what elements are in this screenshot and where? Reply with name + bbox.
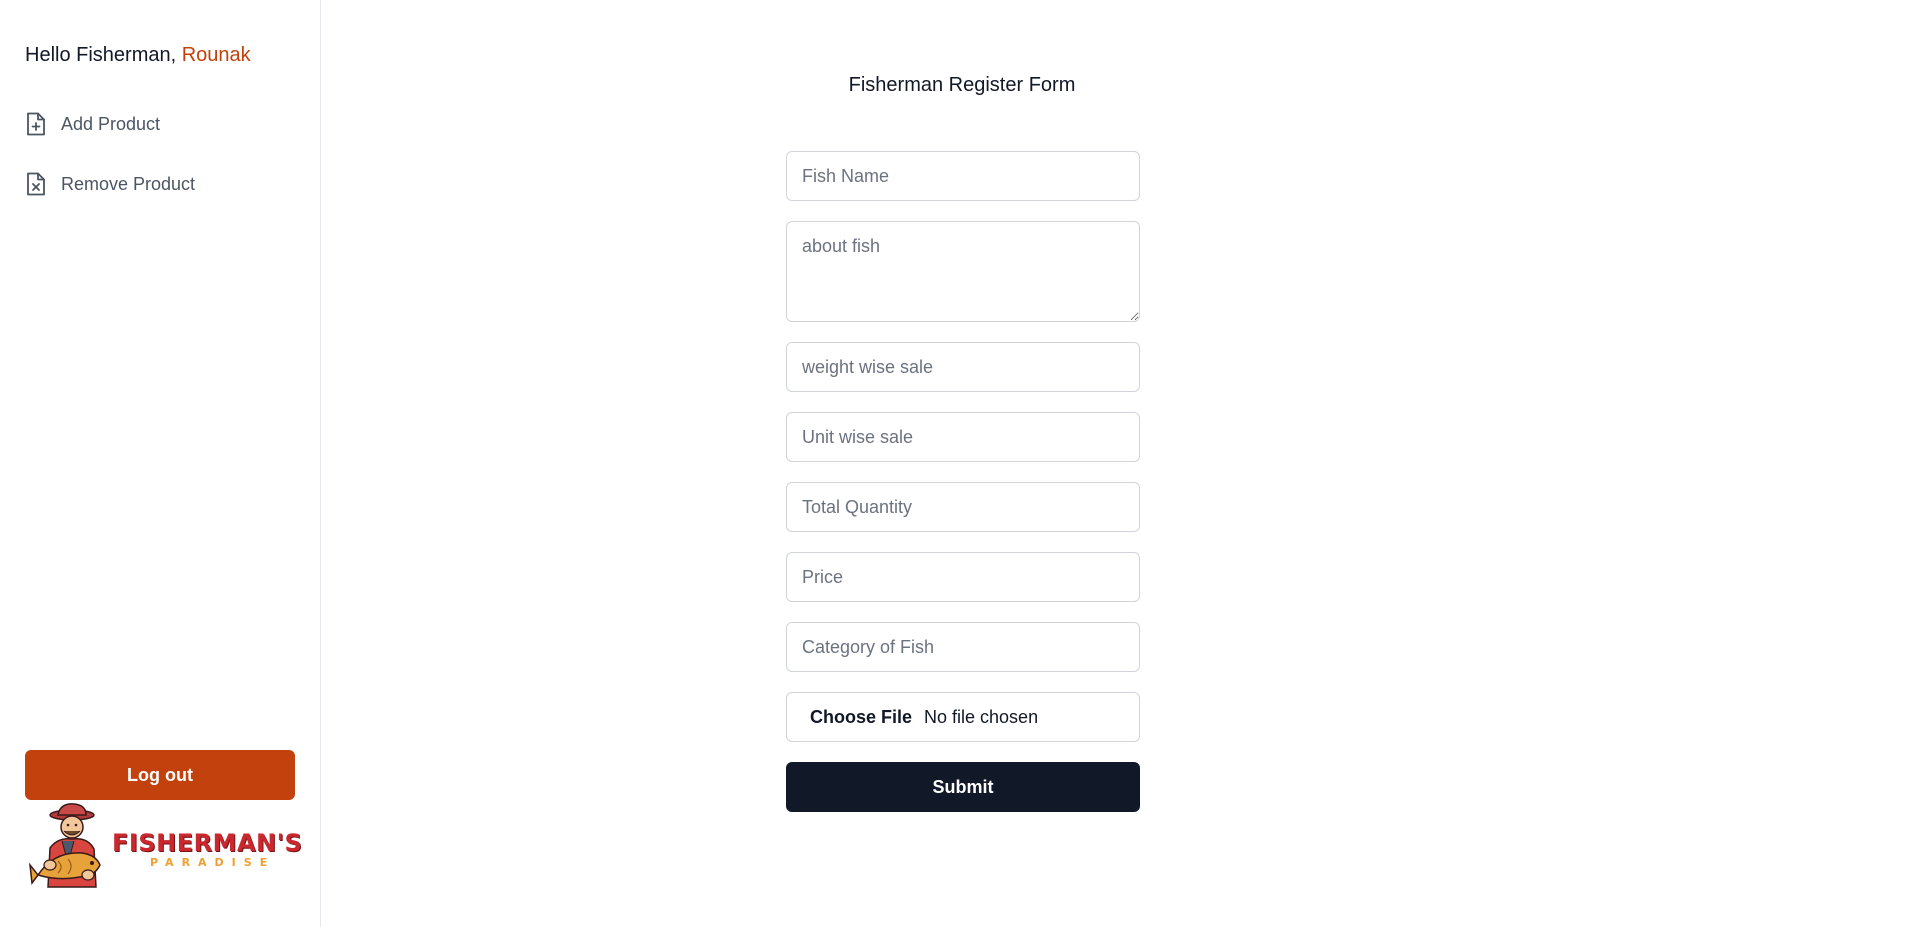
sidebar: Hello Fisherman, Rounak Add Product Remo…	[0, 0, 321, 927]
form-title: Fisherman Register Form	[848, 74, 1076, 96]
user-name: Rounak	[181, 44, 251, 66]
fish-name-input[interactable]	[786, 151, 1140, 201]
logo-subtitle: PARADISE	[150, 856, 276, 869]
file-plus-icon	[25, 111, 47, 137]
choose-file-button[interactable]: Choose File	[810, 707, 912, 728]
about-fish-textarea[interactable]	[786, 221, 1140, 322]
file-status: No file chosen	[924, 706, 1039, 727]
total-quantity-input[interactable]	[786, 482, 1140, 532]
brand-logo: FISHERMAN'S PARADISE	[28, 803, 302, 893]
app-root: Hello Fisherman, Rounak Add Product Remo…	[0, 0, 1920, 927]
category-input[interactable]	[786, 622, 1140, 672]
submit-button[interactable]: Submit	[786, 762, 1140, 812]
greeting: Hello Fisherman, Rounak	[25, 44, 251, 67]
logout-button[interactable]: Log out	[25, 750, 295, 800]
sidebar-item-add-product[interactable]: Add Product	[25, 110, 160, 138]
price-input[interactable]	[786, 552, 1140, 602]
sidebar-item-remove-product[interactable]: Remove Product	[25, 170, 195, 198]
sidebar-item-label: Add Product	[61, 113, 161, 134]
greeting-prefix: Hello Fisherman,	[25, 44, 177, 66]
unit-wise-sale-input[interactable]	[786, 412, 1140, 462]
file-x-icon	[25, 171, 47, 197]
logo-text: FISHERMAN'S PARADISE	[112, 830, 302, 870]
sidebar-item-label: Remove Product	[61, 173, 196, 194]
file-upload-field[interactable]: Choose File No file chosen	[786, 692, 1140, 742]
logo-title: FISHERMAN'S	[112, 829, 303, 857]
fisherman-mascot-icon	[28, 803, 101, 888]
weight-wise-sale-input[interactable]	[786, 342, 1140, 392]
